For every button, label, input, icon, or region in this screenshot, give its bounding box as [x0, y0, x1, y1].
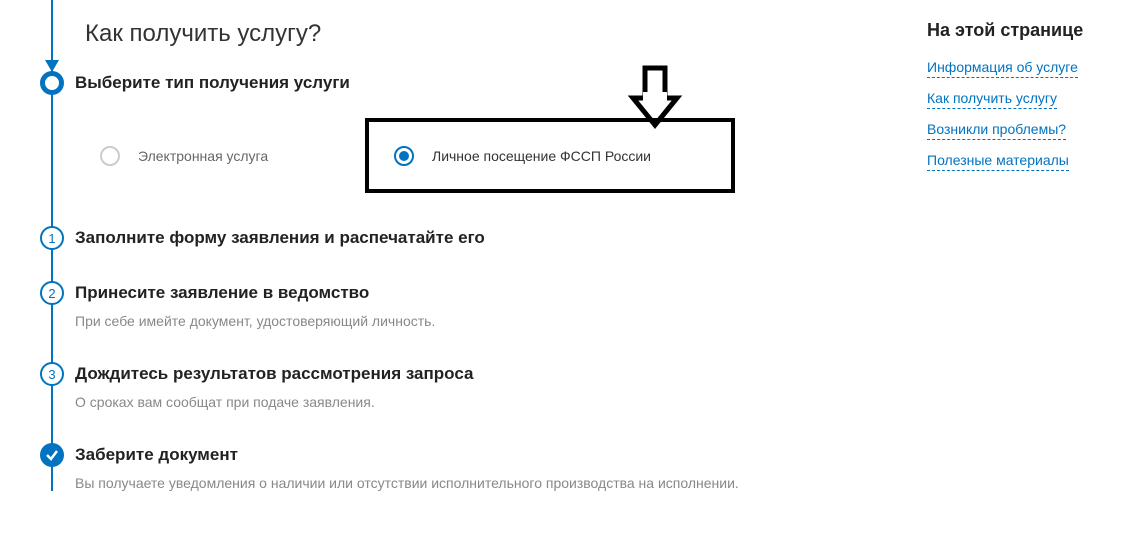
step-marker-1: 1: [40, 226, 64, 250]
step-marker-3: 3: [40, 362, 64, 386]
radio-unselected-icon: [100, 146, 120, 166]
radio-selected-icon: [394, 146, 414, 166]
step-marker-check: [40, 443, 64, 467]
sidebar-link-info[interactable]: Информация об услуге: [927, 59, 1078, 78]
sidebar-link-materials[interactable]: Полезные материалы: [927, 152, 1069, 171]
sidebar-link-problems[interactable]: Возникли проблемы?: [927, 121, 1066, 140]
radio-label-electronic: Электронная услуга: [138, 148, 268, 164]
page-title: Как получить услугу?: [85, 20, 907, 48]
step-title-select-type: Выберите тип получения услуги: [75, 73, 907, 93]
radio-dot-icon: [399, 151, 409, 161]
check-icon: [45, 448, 59, 462]
radio-option-personal[interactable]: Личное посещение ФССП России: [365, 118, 735, 193]
arrow-down-start-icon: [40, 0, 64, 80]
sidebar-nav: На этой странице Информация об услуге Ка…: [907, 20, 1147, 491]
radio-option-electronic[interactable]: Электронная услуга: [75, 118, 365, 193]
sidebar-title: На этой странице: [927, 20, 1122, 41]
step-desc-final: Вы получаете уведомления о наличии или о…: [75, 475, 907, 491]
step-title-3: Дождитесь результатов рассмотрения запро…: [75, 364, 907, 384]
step-marker-2: 2: [40, 281, 64, 305]
radio-label-personal: Личное посещение ФССП России: [432, 148, 651, 164]
step-desc-2: При себе имейте документ, удостоверяющий…: [75, 313, 907, 329]
step-title-2: Принесите заявление в ведомство: [75, 283, 907, 303]
step-title-final: Заберите документ: [75, 445, 907, 465]
step-desc-3: О сроках вам сообщат при подаче заявлени…: [75, 394, 907, 410]
sidebar-link-how[interactable]: Как получить услугу: [927, 90, 1057, 109]
step-marker-start: [40, 71, 64, 95]
step-title-1: Заполните форму заявления и распечатайте…: [75, 228, 907, 248]
